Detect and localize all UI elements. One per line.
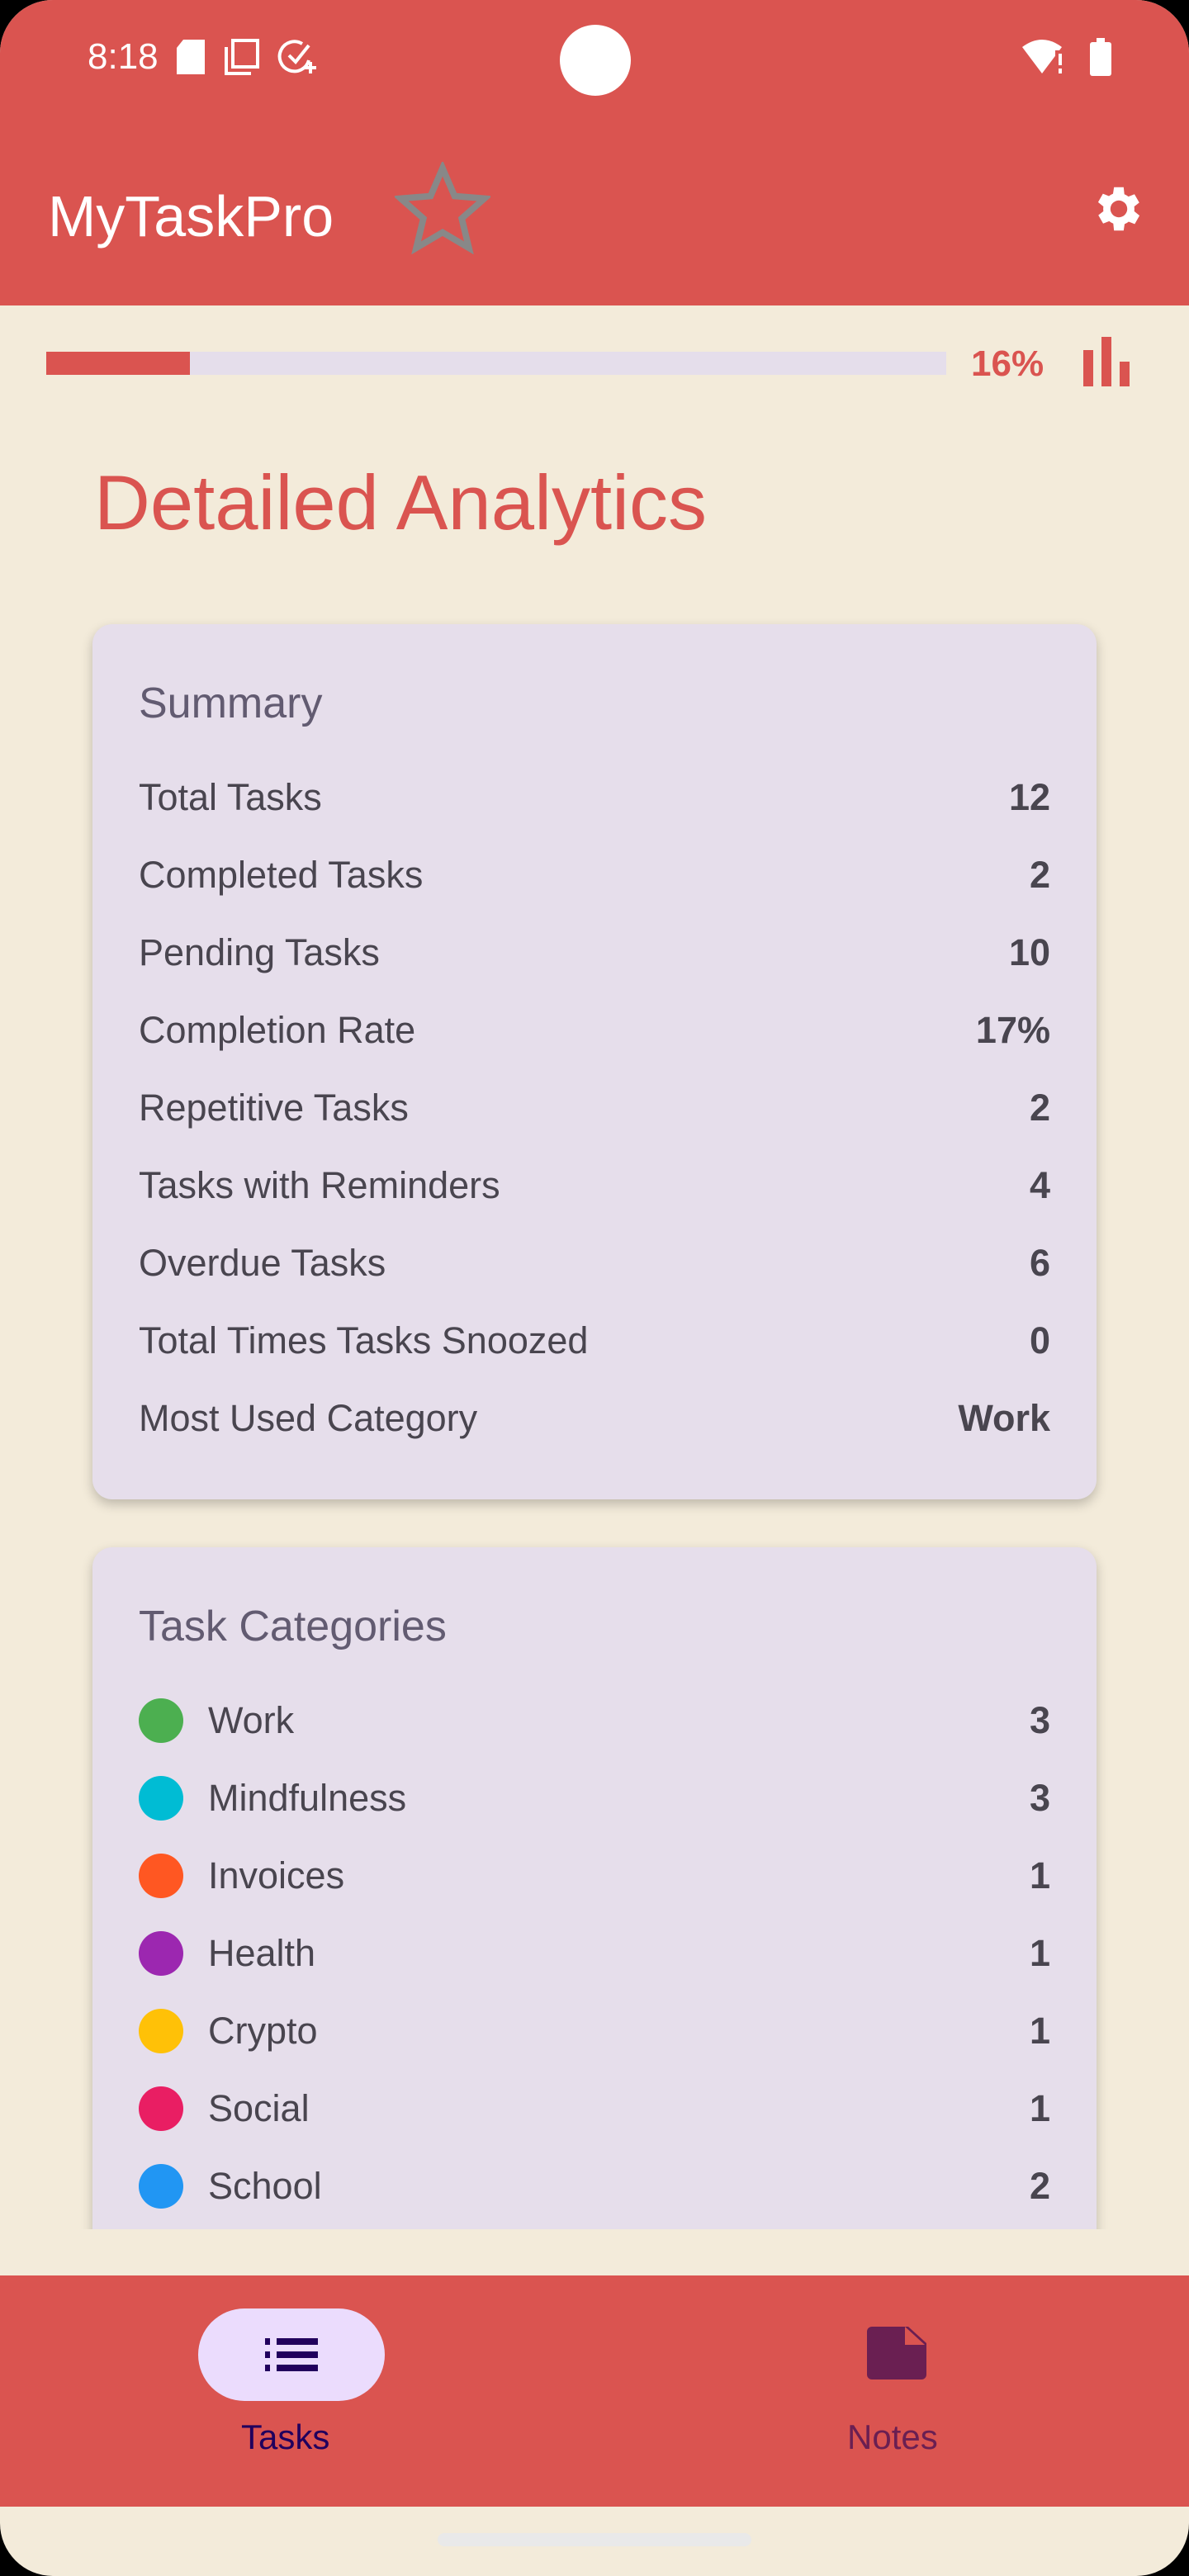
category-label: Social	[208, 2087, 310, 2129]
summary-value: 6	[1029, 1242, 1050, 1284]
category-label: School	[208, 2165, 322, 2207]
nav-label-notes[interactable]: Notes	[847, 2417, 938, 2457]
copy-icon	[224, 39, 259, 75]
summary-value: 10	[1008, 931, 1050, 973]
summary-value: 2	[1029, 1087, 1050, 1129]
status-bar: 8:18	[88, 36, 319, 78]
category-row: Crypto 1	[139, 2006, 1050, 2056]
task-check-icon	[277, 40, 316, 73]
wifi-alert-icon	[1022, 40, 1062, 73]
category-color-dot	[139, 1854, 183, 1898]
summary-row: Overdue Tasks 6	[139, 1238, 1050, 1288]
home-indicator[interactable]	[438, 2533, 751, 2546]
category-count: 1	[1029, 2087, 1050, 2129]
summary-row: Pending Tasks 10	[139, 928, 1050, 978]
category-label: Health	[208, 1932, 316, 1974]
summary-label: Most Used Category	[139, 1397, 478, 1439]
nav-label-tasks[interactable]: Tasks	[241, 2417, 329, 2457]
category-row: School 2	[139, 2162, 1050, 2211]
category-label: Crypto	[208, 2010, 318, 2052]
app-title: MyTaskPro	[48, 184, 334, 249]
summary-value: 4	[1029, 1164, 1050, 1206]
category-count: 2	[1029, 2165, 1050, 2207]
screen: 8:18 MyTaskPro 16% Detailed Analytics Su…	[0, 0, 1189, 2576]
category-count: 1	[1029, 1854, 1050, 1896]
category-label: Mindfulness	[208, 1777, 407, 1819]
star-icon[interactable]	[395, 162, 490, 254]
battery-icon	[1090, 38, 1111, 76]
summary-value: 17%	[975, 1009, 1050, 1051]
summary-row: Completed Tasks 2	[139, 850, 1050, 900]
category-row: Mindfulness 3	[139, 1773, 1050, 1823]
category-count: 1	[1029, 1932, 1050, 1974]
category-row: Health 1	[139, 1929, 1050, 1978]
summary-row: Total Tasks 12	[139, 773, 1050, 822]
category-row: Invoices 1	[139, 1851, 1050, 1901]
summary-value: 12	[1008, 776, 1050, 818]
summary-value: Work	[958, 1397, 1050, 1439]
sd-card-icon	[176, 40, 205, 74]
category-color-dot	[139, 2009, 183, 2053]
status-icons	[1022, 38, 1111, 76]
category-count: 1	[1029, 2010, 1050, 2052]
summary-row: Repetitive Tasks 2	[139, 1083, 1050, 1133]
note-icon	[867, 2327, 926, 2379]
list-icon	[265, 2338, 318, 2371]
category-color-dot	[139, 2086, 183, 2131]
category-row: Social 1	[139, 2084, 1050, 2133]
summary-label: Overdue Tasks	[139, 1242, 386, 1284]
progress-fill	[46, 352, 191, 375]
summary-label: Pending Tasks	[139, 931, 380, 973]
summary-label: Total Times Tasks Snoozed	[139, 1319, 589, 1361]
category-color-dot	[139, 1931, 183, 1976]
summary-label: Completed Tasks	[139, 854, 424, 896]
category-label: Invoices	[208, 1854, 345, 1896]
summary-label: Repetitive Tasks	[139, 1087, 409, 1129]
category-count: 3	[1029, 1777, 1050, 1819]
bottom-navigation: Tasks Notes	[0, 2275, 1189, 2507]
category-count: 3	[1029, 1699, 1050, 1741]
summary-label: Tasks with Reminders	[139, 1164, 500, 1206]
category-color-dot	[139, 2164, 183, 2209]
summary-value: 2	[1029, 854, 1050, 896]
tasks-active-indicator[interactable]	[198, 2308, 385, 2401]
category-color-dot	[139, 1776, 183, 1821]
summary-row: Most Used Category Work	[139, 1394, 1050, 1443]
page-title: Detailed Analytics	[94, 459, 707, 546]
status-time: 8:18	[88, 36, 159, 77]
completion-progress-bar	[46, 352, 946, 375]
summary-row: Completion Rate 17%	[139, 1006, 1050, 1055]
category-color-dot	[139, 1698, 183, 1743]
categories-card: Task Categories Work 3 Mindfulness 3 Invoice…	[92, 1547, 1097, 2229]
summary-heading: Summary	[139, 680, 323, 727]
summary-label: Completion Rate	[139, 1009, 416, 1051]
summary-value: 0	[1029, 1319, 1050, 1361]
category-row: Work 3	[139, 1696, 1050, 1745]
scroll-area[interactable]: Task Categories Work 3 Mindfulness 3 Invoice…	[0, 1536, 1189, 2229]
category-label: Work	[208, 1699, 295, 1741]
summary-row: Tasks with Reminders 4	[139, 1161, 1050, 1210]
settings-gear-icon[interactable]	[1090, 180, 1148, 238]
categories-heading: Task Categories	[139, 1603, 447, 1650]
top-app-bar: 8:18 MyTaskPro	[0, 0, 1189, 305]
camera-cutout	[560, 25, 631, 96]
summary-label: Total Tasks	[139, 776, 322, 818]
summary-row: Total Times Tasks Snoozed 0	[139, 1316, 1050, 1366]
bar-chart-icon[interactable]	[1082, 337, 1131, 386]
progress-percent: 16%	[971, 343, 1045, 384]
summary-card: Summary Total Tasks 12 Completed Tasks 2 Pen…	[92, 624, 1097, 1499]
